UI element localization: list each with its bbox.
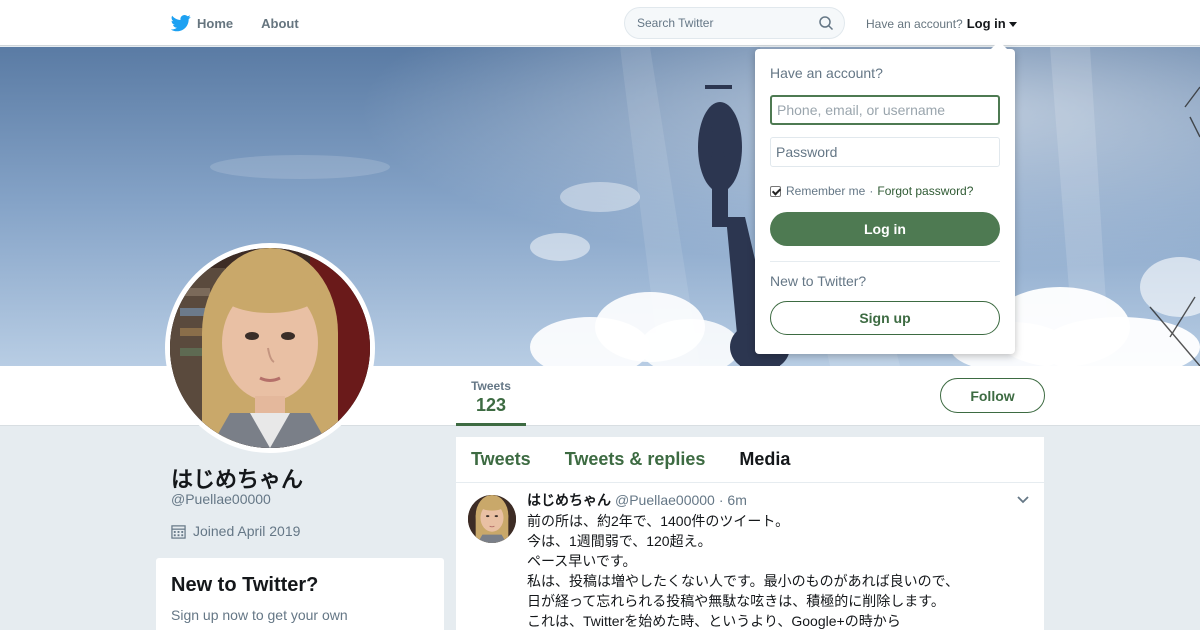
tweets-stat-label: Tweets xyxy=(471,379,511,393)
forgot-password-link[interactable]: Forgot password? xyxy=(877,184,973,198)
caret-down-icon xyxy=(1008,22,1017,27)
username-field[interactable] xyxy=(770,95,1000,125)
timeline: Tweets Tweets & replies Media はじめちゃん @Pu… xyxy=(456,437,1044,630)
profile-joined: Joined April 2019 xyxy=(171,523,300,539)
tweet-line: ペース早いです。 xyxy=(527,553,637,569)
dropdown-caret xyxy=(991,41,1007,49)
tweet-line: 今は、1週間弱で、120超え。 xyxy=(527,533,712,549)
tweet-author-handle[interactable]: @Puellae00000 xyxy=(615,492,715,508)
password-field[interactable] xyxy=(770,137,1000,167)
dropdown-divider xyxy=(770,261,1000,262)
login-dropdown: Have an account? Remember me · Forgot pa… xyxy=(755,41,1015,354)
search-input[interactable] xyxy=(625,8,805,38)
signup-button[interactable]: Sign up xyxy=(770,301,1000,335)
login-toggle-label: Log in xyxy=(966,16,1006,31)
joined-date: Joined April 2019 xyxy=(193,523,301,539)
remember-checkbox[interactable] xyxy=(770,185,781,197)
tweet[interactable]: はじめちゃん @Puellae00000 · 6m 前の所は、約2年で、1400… xyxy=(456,483,1044,630)
tweet-author-name[interactable]: はじめちゃん xyxy=(527,490,611,510)
avatar-image xyxy=(170,248,370,448)
profile-name[interactable]: はじめちゃん xyxy=(171,462,303,494)
tweets-stat-tab[interactable]: Tweets 123 xyxy=(456,366,526,426)
tweet-body: はじめちゃん @Puellae00000 · 6m 前の所は、約2年で、1400… xyxy=(527,491,1029,630)
signup-card: New to Twitter? Sign up now to get your … xyxy=(156,558,444,630)
account-prompt: Have an account? xyxy=(866,16,963,31)
tab-tweets[interactable]: Tweets xyxy=(471,449,531,470)
login-button[interactable]: Log in xyxy=(770,212,1000,246)
nav-about-link[interactable]: About xyxy=(261,16,299,31)
new-to-twitter-prompt: New to Twitter? xyxy=(770,273,867,289)
timeline-tabs: Tweets Tweets & replies Media xyxy=(456,437,1044,483)
tweet-line: 私は、投稿は増やしたくない人です。最小のものがあれば良いので、 xyxy=(527,573,960,589)
remember-separator: · xyxy=(869,184,874,198)
tweet-line: 日が経って忘れられる投稿や無駄な呟きは、積極的に削除します。 xyxy=(527,593,945,609)
tab-tweets-replies[interactable]: Tweets & replies xyxy=(565,449,706,470)
signup-card-text: Sign up now to get your own personalized… xyxy=(171,607,348,630)
tab-media[interactable]: Media xyxy=(739,449,790,470)
tweet-text: 前の所は、約2年で、1400件のツイート。 今は、1週間弱で、120超え。 ペー… xyxy=(527,511,1029,630)
follow-button[interactable]: Follow xyxy=(940,378,1045,413)
tweet-header: はじめちゃん @Puellae00000 · 6m xyxy=(527,491,1029,509)
nav-links: Home About xyxy=(171,0,327,46)
top-navigation-bar: Home About Have an account? Log in xyxy=(0,0,1200,46)
nav-home-link[interactable]: Home xyxy=(171,13,233,33)
tweet-line: これは、Twitterを始めた時、というより、Google+の時から xyxy=(527,613,901,629)
login-dropdown-toggle[interactable]: Log in xyxy=(967,16,1017,31)
remember-label[interactable]: Remember me xyxy=(786,184,865,198)
search-box xyxy=(624,7,845,39)
login-dropdown-title: Have an account? xyxy=(770,65,883,81)
search-icon[interactable] xyxy=(818,15,834,31)
account-area: Have an account? Log in xyxy=(866,16,1017,31)
profile-avatar[interactable] xyxy=(165,243,375,453)
signup-card-title: New to Twitter? xyxy=(171,574,319,596)
twitter-bird-icon xyxy=(171,15,191,32)
tweets-stat-count: 123 xyxy=(475,395,507,415)
tweet-line: 前の所は、約2年で、1400件のツイート。 xyxy=(527,513,790,529)
calendar-icon xyxy=(171,524,186,539)
tweet-timestamp[interactable]: · 6m xyxy=(719,492,747,508)
nav-home-label: Home xyxy=(197,15,234,31)
remember-row: Remember me · Forgot password? xyxy=(770,184,1000,198)
chevron-down-icon[interactable] xyxy=(1016,495,1030,505)
tweet-avatar[interactable] xyxy=(468,495,516,543)
profile-handle[interactable]: @Puellae00000 xyxy=(171,491,271,507)
